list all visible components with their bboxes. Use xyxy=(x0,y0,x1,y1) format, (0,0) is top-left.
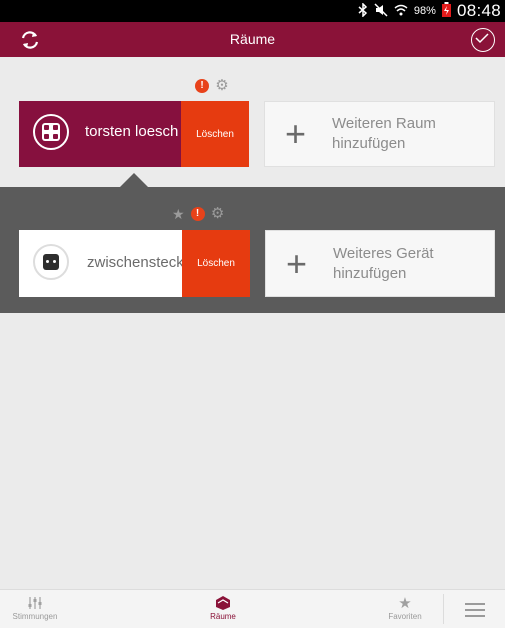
room-status-icons: ! ⚙ xyxy=(195,78,229,93)
nav-favoriten[interactable]: ★ Favoriten xyxy=(380,594,430,621)
add-room-button[interactable]: + Weiteren Raum hinzufügen xyxy=(264,101,495,167)
warning-icon[interactable]: ! xyxy=(190,207,205,221)
bluetooth-icon xyxy=(358,1,368,20)
grid-room-icon xyxy=(33,114,69,150)
nav-label: Stimmungen xyxy=(12,612,58,621)
gear-icon[interactable]: ⚙ xyxy=(211,206,225,221)
star-icon: ★ xyxy=(398,595,412,612)
battery-icon xyxy=(441,2,451,20)
bottom-navigation: Stimmungen Räume ★ Favoriten xyxy=(0,589,505,628)
warning-icon[interactable]: ! xyxy=(195,79,209,93)
app-bar: Räume xyxy=(0,22,505,57)
star-icon[interactable]: ★ xyxy=(172,207,185,221)
menu-icon[interactable] xyxy=(465,603,485,621)
add-device-label: Weiteres Gerät hinzufügen xyxy=(333,244,434,282)
room-icon xyxy=(198,594,248,612)
add-device-button[interactable]: + Weiteres Gerät hinzufügen xyxy=(265,230,495,297)
page-title: Räume xyxy=(229,31,276,47)
nav-stimmungen[interactable]: Stimmungen xyxy=(10,594,60,621)
device-status-icons: ★ ! ⚙ xyxy=(172,206,225,221)
plus-icon: + xyxy=(286,242,308,284)
status-bar: 98% 08:48 xyxy=(0,0,505,22)
gear-icon[interactable]: ⚙ xyxy=(215,78,229,93)
nav-raeume[interactable]: Räume xyxy=(198,594,248,621)
device-name: zwischenstecker xyxy=(87,254,182,271)
delete-device-button[interactable]: Löschen xyxy=(182,230,250,297)
room-name: torsten loesch xyxy=(85,123,179,140)
nav-divider xyxy=(443,594,444,624)
room-card[interactable]: torsten loesch Löschen xyxy=(19,101,249,167)
nav-label: Favoriten xyxy=(388,612,422,621)
plug-icon xyxy=(33,244,69,280)
wifi-icon xyxy=(394,3,408,20)
nav-label: Räume xyxy=(210,612,236,621)
confirm-button[interactable] xyxy=(471,28,495,52)
add-room-label: Weiteren Raum hinzufügen xyxy=(332,115,436,152)
mute-icon xyxy=(374,2,388,20)
battery-percent: 98% xyxy=(413,5,436,17)
clock: 08:48 xyxy=(456,1,501,20)
sliders-icon xyxy=(10,594,60,612)
panel-pointer xyxy=(120,173,148,187)
device-card[interactable]: zwischenstecker Löschen xyxy=(19,230,250,297)
plus-icon: + xyxy=(285,113,307,154)
delete-room-button[interactable]: Löschen xyxy=(181,101,249,167)
